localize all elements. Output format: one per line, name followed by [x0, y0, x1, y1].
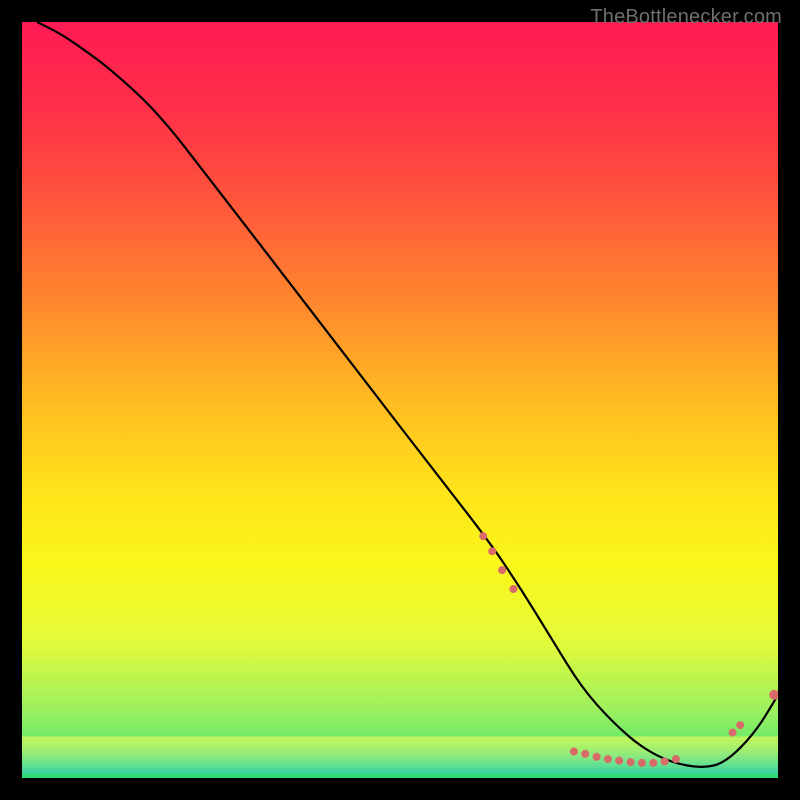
data-marker [581, 750, 589, 758]
data-marker [627, 758, 635, 766]
data-marker [649, 759, 657, 767]
gradient-background [22, 22, 778, 778]
data-marker [638, 759, 646, 767]
data-marker [604, 755, 612, 763]
plot-area [22, 22, 778, 778]
data-marker [498, 566, 506, 574]
data-marker [729, 729, 737, 737]
data-marker [509, 585, 517, 593]
watermark-text: TheBottlenecker.com [590, 6, 782, 29]
data-marker [570, 748, 578, 756]
chart-frame: TheBottlenecker.com [0, 0, 800, 800]
chart-svg [22, 22, 778, 778]
data-marker [615, 757, 623, 765]
data-marker [672, 755, 680, 763]
data-marker [593, 753, 601, 761]
data-marker [736, 721, 744, 729]
bottom-green-bands [22, 736, 778, 778]
data-marker [488, 547, 496, 555]
data-marker [479, 532, 487, 540]
data-marker [661, 757, 669, 765]
